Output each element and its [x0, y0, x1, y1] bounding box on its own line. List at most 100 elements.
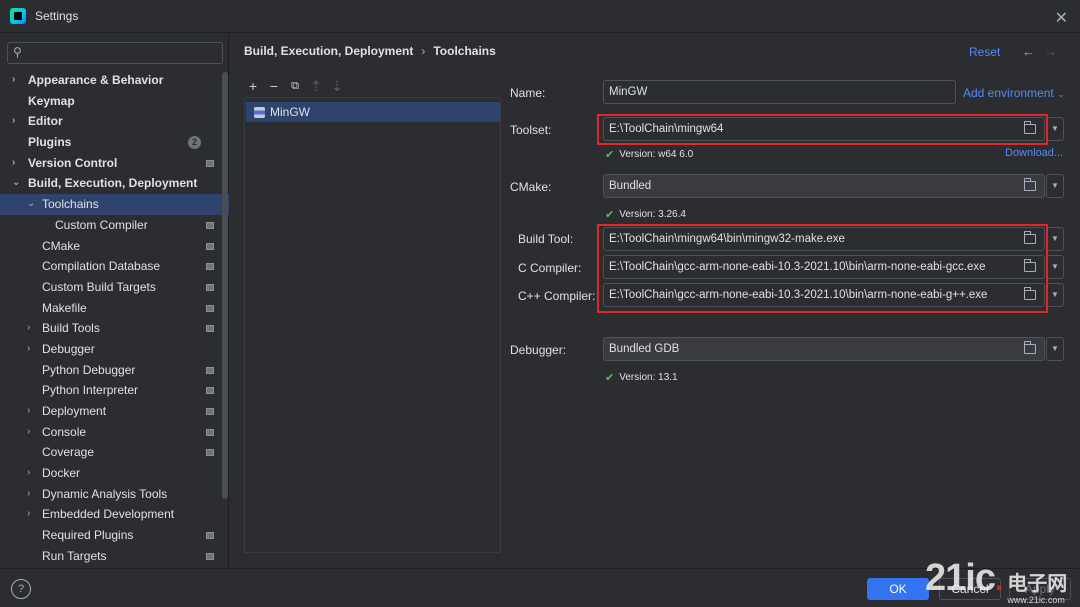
toolchain-item-mingw[interactable]: MinGW [246, 102, 500, 122]
sidebar-item-label: Run Targets [42, 548, 107, 563]
sidebar-item-cmake[interactable]: CMake [0, 236, 229, 257]
toolset-dropdown-chevron-down-icon[interactable]: ▼ [1046, 117, 1064, 141]
chevron-right-icon[interactable]: › [12, 153, 15, 174]
sidebar-item-required-plugins[interactable]: Required Plugins [0, 525, 229, 546]
mingw-icon [254, 106, 265, 118]
chevron-right-icon[interactable]: › [27, 401, 30, 422]
sidebar-item-keymap[interactable]: Keymap [0, 91, 229, 112]
cpp-compiler-dropdown-chevron-down-icon[interactable]: ▼ [1046, 283, 1064, 307]
move-up-icon[interactable]: ⇡ [309, 78, 323, 94]
sidebar-item-dynamic-analysis-tools[interactable]: › Dynamic Analysis Tools [0, 484, 229, 505]
chevron-right-icon[interactable]: › [27, 504, 30, 525]
clion-app-icon [10, 8, 26, 24]
sidebar-item-python-interpreter[interactable]: Python Interpreter [0, 380, 229, 401]
settings-search-input[interactable]: ⚲ [7, 42, 223, 64]
cmake-field[interactable]: Bundled [603, 174, 1045, 198]
sidebar-item-embedded-development[interactable]: › Embedded Development [0, 504, 229, 525]
toolchain-list: MinGW [244, 97, 501, 553]
title-bar: Settings ✕ [0, 0, 1080, 33]
project-level-icon [206, 552, 214, 560]
debugger-label: Debugger: [510, 343, 567, 357]
search-icon: ⚲ [13, 45, 22, 59]
sidebar-item-label: Docker [42, 466, 81, 481]
project-level-icon [206, 449, 214, 457]
sidebar-item-debugger[interactable]: › Debugger [0, 339, 229, 360]
sidebar-item-label: Console [42, 424, 87, 439]
chevron-right-icon[interactable]: › [27, 484, 30, 505]
sidebar-item-label: Python Interpreter [42, 383, 139, 398]
sidebar-item-label: Embedded Development [42, 507, 175, 522]
sidebar-item-plugins[interactable]: Plugins 2 [0, 132, 229, 153]
name-field[interactable]: MinGW [603, 80, 956, 104]
chevron-right-icon[interactable]: › [12, 70, 15, 91]
sidebar-item-appearance-behavior[interactable]: › Appearance & Behavior [0, 70, 229, 91]
chevron-right-icon[interactable]: › [27, 463, 30, 484]
cpp-compiler-label: C++ Compiler: [518, 289, 596, 303]
copy-icon[interactable]: ⧉ [288, 78, 302, 94]
sidebar-item-makefile[interactable]: Makefile [0, 298, 229, 319]
add-environment-link[interactable]: Add environment ⌄ [963, 86, 1065, 100]
chevron-down-icon[interactable]: ⌄ [12, 173, 20, 194]
chevron-right-icon[interactable]: › [12, 111, 15, 132]
forward-arrow-icon[interactable]: → [1044, 44, 1057, 59]
build-tool-dropdown-chevron-down-icon[interactable]: ▼ [1046, 227, 1064, 251]
sidebar-item-toolchains[interactable]: ⌄ Toolchains [0, 194, 229, 215]
sidebar-item-compilation-database[interactable]: Compilation Database [0, 256, 229, 277]
add-icon[interactable]: + [246, 78, 260, 94]
check-icon: ✔ [605, 209, 615, 221]
dialog-footer: ? OK Cancel Apply [0, 568, 1080, 607]
ok-button[interactable]: OK [867, 578, 929, 600]
cmake-dropdown-chevron-down-icon[interactable]: ▼ [1046, 174, 1064, 198]
move-down-icon[interactable]: ⇣ [330, 78, 344, 94]
sidebar-item-label: Makefile [42, 300, 87, 315]
sidebar-item-custom-build-targets[interactable]: Custom Build Targets [0, 277, 229, 298]
close-icon[interactable]: ✕ [1055, 8, 1068, 28]
sidebar-item-label: Toolchains [42, 197, 99, 212]
back-arrow-icon[interactable]: ← [1022, 44, 1035, 59]
breadcrumb-separator: › [421, 44, 426, 58]
cancel-button[interactable]: Cancel [939, 578, 1001, 600]
sidebar-item-label: Python Debugger [42, 362, 136, 377]
name-label: Name: [510, 86, 546, 100]
chevron-down-icon[interactable]: ⌄ [27, 194, 35, 215]
sidebar-item-python-debugger[interactable]: Python Debugger [0, 360, 229, 381]
updates-badge: 2 [188, 136, 201, 150]
debugger-field[interactable]: Bundled GDB [603, 337, 1045, 361]
sidebar-item-coverage[interactable]: Coverage [0, 442, 229, 463]
sidebar-item-label: Coverage [42, 445, 95, 460]
sidebar-item-build-execution-deployment[interactable]: ⌄ Build, Execution, Deployment [0, 173, 229, 194]
folder-icon[interactable] [1023, 341, 1036, 354]
sidebar-item-label: Compilation Database [42, 259, 161, 274]
breadcrumb-item-build[interactable]: Build, Execution, Deployment [244, 44, 413, 58]
chevron-right-icon[interactable]: › [27, 339, 30, 360]
sidebar-item-editor[interactable]: › Editor [0, 111, 229, 132]
sidebar-item-deployment[interactable]: › Deployment [0, 401, 229, 422]
tree-scrollbar[interactable] [222, 72, 228, 499]
reset-link[interactable]: Reset [969, 45, 1000, 59]
apply-button[interactable]: Apply [1009, 578, 1071, 600]
check-icon: ✔ [605, 149, 615, 161]
chevron-right-icon[interactable]: › [27, 422, 30, 443]
help-icon[interactable]: ? [11, 579, 31, 599]
highlight-box-toolset [597, 114, 1048, 145]
debugger-version: ✔ Version: 13.1 [605, 371, 678, 384]
debugger-dropdown-chevron-down-icon[interactable]: ▼ [1046, 337, 1064, 361]
sidebar-item-run-targets[interactable]: Run Targets [0, 546, 229, 567]
chevron-right-icon[interactable]: › [27, 318, 30, 339]
sidebar-item-docker[interactable]: › Docker [0, 463, 229, 484]
sidebar-item-label: Plugins [28, 135, 72, 150]
window-title: Settings [35, 9, 79, 23]
sidebar-item-custom-compiler[interactable]: Custom Compiler [0, 215, 229, 236]
toolchain-item-label: MinGW [270, 105, 310, 119]
sidebar-item-console[interactable]: › Console [0, 422, 229, 443]
folder-icon[interactable] [1023, 178, 1036, 191]
project-level-icon [206, 242, 214, 250]
sidebar-item-label: Build Tools [42, 321, 100, 336]
sidebar-item-build-tools[interactable]: › Build Tools [0, 318, 229, 339]
remove-icon[interactable]: − [267, 78, 281, 94]
download-link[interactable]: Download... [1005, 147, 1063, 159]
project-level-icon [206, 366, 214, 374]
project-level-icon [206, 304, 214, 312]
c-compiler-dropdown-chevron-down-icon[interactable]: ▼ [1046, 255, 1064, 279]
sidebar-item-version-control[interactable]: › Version Control [0, 153, 229, 174]
